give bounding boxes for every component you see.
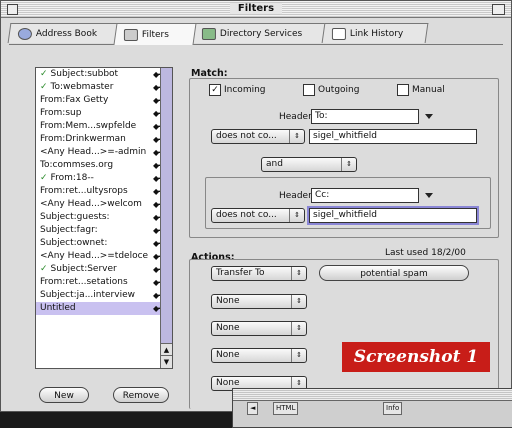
popup-arrows-icon: ⇕: [341, 158, 356, 171]
popup-arrows-icon: ⇕: [289, 130, 304, 143]
filter-rule-item[interactable]: ✓ Subject:subbot ◆━: [36, 68, 172, 81]
value-field-1[interactable]: sigel_whitfield: [309, 129, 477, 144]
rule-label: From:ret...setations: [40, 277, 128, 287]
address-book-icon: [17, 27, 32, 40]
header-menu-arrow-icon[interactable]: [425, 114, 433, 119]
rule-label: <Any Head...>welcom: [40, 199, 142, 209]
screenshot-caption-badge: Screenshot 1: [342, 342, 490, 372]
manual-box: [397, 84, 409, 96]
rule-label: From:Fax Getty: [40, 95, 109, 105]
condition-popup-2[interactable]: does not co... ⇕: [211, 208, 305, 223]
toolbar-info-button[interactable]: Info: [383, 402, 403, 415]
rule-label: From:Mem...swpfelde: [40, 121, 137, 131]
rule-label: Subject:fagr:: [40, 225, 98, 235]
filter-rule-item[interactable]: <Any Head...>=-admin ◆━: [36, 146, 172, 159]
rule-label: Subject:ownet:: [40, 238, 108, 248]
popup-arrows-icon: ⇕: [289, 209, 304, 222]
rule-label: <Any Head...>=tdeloce: [40, 251, 149, 261]
rule-label: Subject:ja...interview: [40, 290, 135, 300]
value-field-2[interactable]: sigel_whitfield: [307, 206, 479, 225]
incoming-checkbox[interactable]: ✓ Incoming: [209, 84, 266, 96]
filters-icon: [123, 28, 138, 41]
popup-arrows-icon: ⇕: [291, 295, 306, 308]
tab-filters[interactable]: Filters: [113, 23, 197, 45]
tab-address-book[interactable]: Address Book: [7, 23, 119, 43]
filter-rule-item[interactable]: From:Drinkwerman ◆━: [36, 133, 172, 146]
incoming-check-icon: ✓: [209, 84, 221, 96]
filter-rule-item[interactable]: From:Mem...swpfelde ◆━: [36, 120, 172, 133]
filter-rule-item[interactable]: ✓ Subject:Server ◆━: [36, 263, 172, 276]
directory-services-icon: [201, 27, 216, 40]
filter-rule-item[interactable]: ✓ To:webmaster ◆━: [36, 81, 172, 94]
rule-label: Subject:guests:: [40, 212, 110, 222]
toolbar-html-button[interactable]: HTML: [273, 402, 299, 415]
rule-enabled-check-icon: ✓: [40, 264, 48, 274]
tab-bar: Address Book Filters Directory Services …: [7, 23, 503, 45]
zoom-box-icon[interactable]: [492, 4, 505, 15]
filter-rule-item[interactable]: Subject:fagr: ◆━: [36, 224, 172, 237]
condition-popup-1[interactable]: does not co... ⇕: [211, 129, 305, 144]
filter-rule-item[interactable]: From:ret...ultysrops ◆━: [36, 185, 172, 198]
filter-rule-item[interactable]: <Any Head...>welcom ◆━: [36, 198, 172, 211]
new-button[interactable]: New: [39, 387, 89, 403]
rule-enabled-check-icon: ✓: [40, 82, 48, 92]
action-popup-1[interactable]: Transfer To ⇕: [211, 266, 307, 281]
mailbox-button[interactable]: potential spam: [319, 265, 469, 281]
link-history-icon: [331, 27, 346, 40]
manual-checkbox[interactable]: Manual: [397, 84, 445, 96]
filter-rule-item[interactable]: Subject:ja...interview ◆━: [36, 289, 172, 302]
filter-rule-item[interactable]: From:Fax Getty ◆━: [36, 94, 172, 107]
filter-rule-item[interactable]: <Any Head...>=tdeloce ◆━: [36, 250, 172, 263]
rule-label: From:18--: [50, 173, 94, 183]
title-bar[interactable]: Filters: [1, 1, 511, 18]
toolbar-back-icon[interactable]: ◄: [247, 402, 259, 415]
outgoing-box: [303, 84, 315, 96]
rule-label: To:webmaster: [50, 82, 114, 92]
rule-label: From:Drinkwerman: [40, 134, 126, 144]
window-title: Filters: [1, 3, 511, 14]
rule-label: To:commses.org: [40, 160, 114, 170]
filter-rule-item[interactable]: Subject:ownet: ◆━: [36, 237, 172, 250]
rule-label: Subject:Server: [50, 264, 117, 274]
filter-rule-item[interactable]: Subject:guests: ◆━: [36, 211, 172, 224]
filter-rule-item[interactable]: From:sup ◆━: [36, 107, 172, 120]
rule-enabled-check-icon: ✓: [40, 69, 48, 79]
header-menu-arrow-icon-2[interactable]: [425, 193, 433, 198]
rule-label: <Any Head...>=-admin: [40, 147, 147, 157]
second-window-title-bar[interactable]: [233, 389, 512, 401]
rule-label: Subject:subbot: [50, 69, 119, 79]
conjunction-popup[interactable]: and ⇕: [261, 157, 357, 172]
popup-arrows-icon: ⇕: [291, 349, 306, 362]
filter-rule-item[interactable]: ✓ From:18-- ◆━: [36, 172, 172, 185]
second-window: ◄ HTML Info: [232, 388, 512, 428]
action-popup-4[interactable]: None ⇕: [211, 348, 307, 363]
popup-arrows-icon: ⇕: [291, 322, 306, 335]
scroll-down-arrow-icon[interactable]: ▼: [161, 355, 172, 368]
action-popup-3[interactable]: None ⇕: [211, 321, 307, 336]
action-popup-2[interactable]: None ⇕: [211, 294, 307, 309]
header-label-2: Header:: [279, 191, 315, 201]
rule-label: From:sup: [40, 108, 82, 118]
header-label-1: Header:: [279, 112, 315, 122]
tab-directory-services[interactable]: Directory Services: [191, 23, 327, 43]
rule-enabled-check-icon: ✓: [40, 173, 48, 183]
tab-link-history[interactable]: Link History: [321, 23, 429, 43]
header-field-1[interactable]: To:: [311, 109, 419, 124]
remove-button[interactable]: Remove: [113, 387, 169, 403]
rule-list-items: ✓ Subject:subbot ◆━ ✓ To:webmaster ◆━ From:Fax…: [36, 68, 172, 315]
rule-label: From:ret...ultysrops: [40, 186, 128, 196]
rule-list-scrollbar[interactable]: ▲ ▼: [160, 68, 172, 368]
filter-rule-item[interactable]: To:commses.org ◆━: [36, 159, 172, 172]
filter-rule-list[interactable]: ✓ Subject:subbot ◆━ ✓ To:webmaster ◆━ From:Fax…: [35, 67, 173, 369]
outgoing-checkbox[interactable]: Outgoing: [303, 84, 359, 96]
tab-divider: [9, 44, 503, 45]
filter-rule-item[interactable]: From:ret...setations ◆━: [36, 276, 172, 289]
rule-label: Untitled: [40, 303, 76, 313]
header-field-2[interactable]: Cc:: [311, 188, 419, 203]
last-used-label: Last used 18/2/00: [385, 248, 466, 258]
filter-rule-item[interactable]: Untitled ◆━: [36, 302, 172, 315]
popup-arrows-icon: ⇕: [291, 267, 306, 280]
